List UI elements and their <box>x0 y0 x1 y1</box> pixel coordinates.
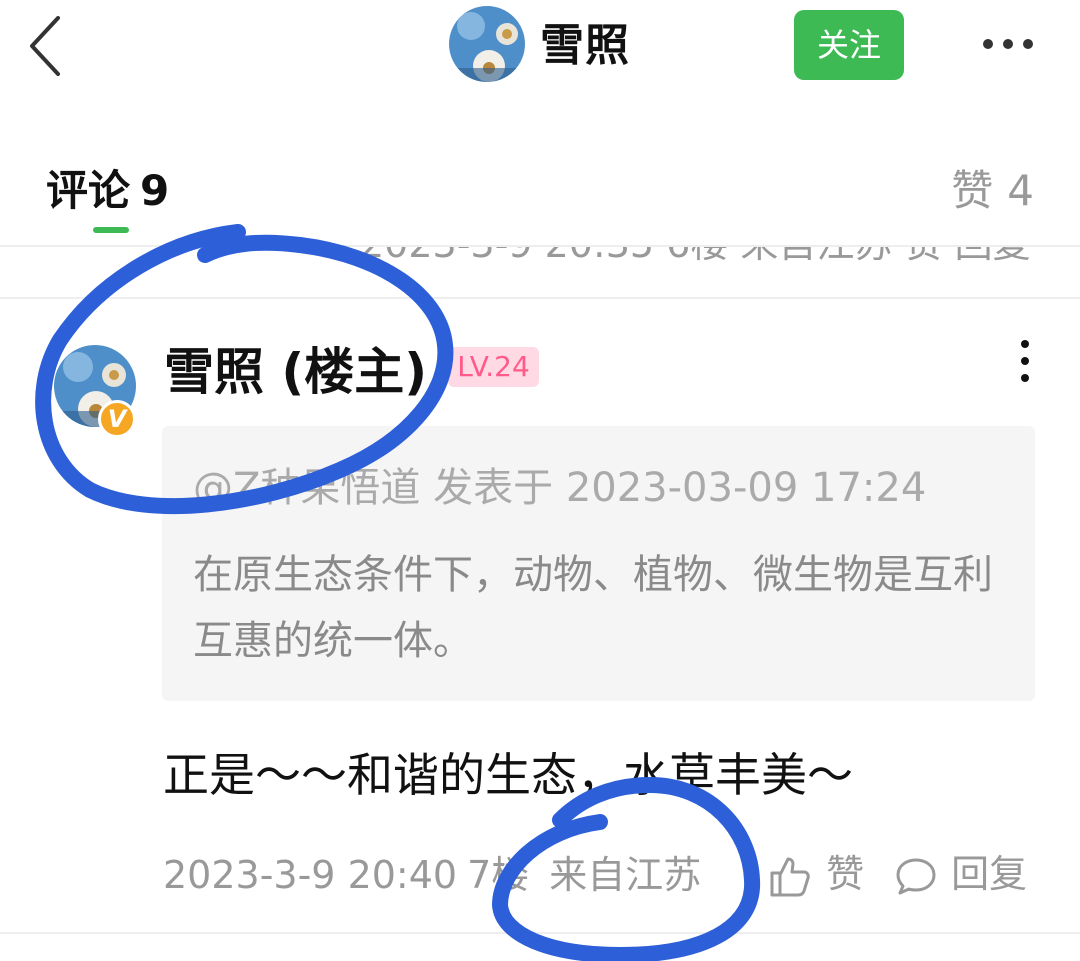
more-vertical-icon <box>1021 340 1029 348</box>
active-tab-indicator <box>93 227 129 233</box>
level-badge: LV.24 <box>448 347 539 387</box>
tab-comments-count: 9 <box>140 166 170 215</box>
tab-likes-count: 4 <box>1007 166 1034 215</box>
comment-timestamp: 2023-3-9 20:40 <box>163 853 458 897</box>
like-button[interactable]: 赞 <box>766 846 864 902</box>
back-button[interactable] <box>22 14 72 78</box>
comment-floor: 7楼 <box>467 853 530 897</box>
previous-comment-meta: 2023-3-9 20:35 6楼 来自江苏 赞 回复 <box>360 247 1031 261</box>
previous-comment-footer: 2023-3-9 20:35 6楼 来自江苏 赞 回复 <box>0 247 1080 261</box>
chevron-left-icon <box>30 16 60 76</box>
quoted-comment-text: 在原生态条件下，动物、植物、微生物是互利互惠的统一体。 <box>193 552 993 664</box>
thumbs-up-icon <box>770 857 810 896</box>
comment-divider-bottom <box>0 932 1080 934</box>
quoted-comment-meta: @Z种果悟道 发表于 2023-03-09 17:24 <box>193 465 927 511</box>
reply-button[interactable]: 回复 <box>893 846 1027 902</box>
tab-comments[interactable]: 评论 9 <box>46 164 169 218</box>
like-label: 赞 <box>826 852 865 896</box>
header-avatar[interactable] <box>449 6 525 82</box>
comment-author-name[interactable]: 雪照 (楼主) <box>164 340 427 404</box>
tab-comments-label: 评论 <box>46 166 131 215</box>
header-username[interactable]: 雪照 <box>540 18 630 74</box>
more-options-button[interactable] <box>978 24 1038 64</box>
follow-button[interactable]: 关注 <box>794 10 904 80</box>
comment-menu-button[interactable] <box>1010 338 1040 384</box>
comment-divider <box>0 297 1080 299</box>
comment-bubble-icon <box>896 858 936 894</box>
comment-location: 来自江苏 <box>549 853 702 897</box>
tab-likes-label: 赞 <box>951 166 994 215</box>
comment-text: 正是～～和谐的生态，水草丰美～ <box>163 748 853 802</box>
comment-meta: 2023-3-9 20:40 7楼 来自江苏 <box>163 849 701 901</box>
verified-badge: V <box>98 400 136 438</box>
reply-label: 回复 <box>951 852 1028 896</box>
more-horizontal-icon <box>983 39 1033 49</box>
tab-likes[interactable]: 赞4 <box>951 164 1034 218</box>
